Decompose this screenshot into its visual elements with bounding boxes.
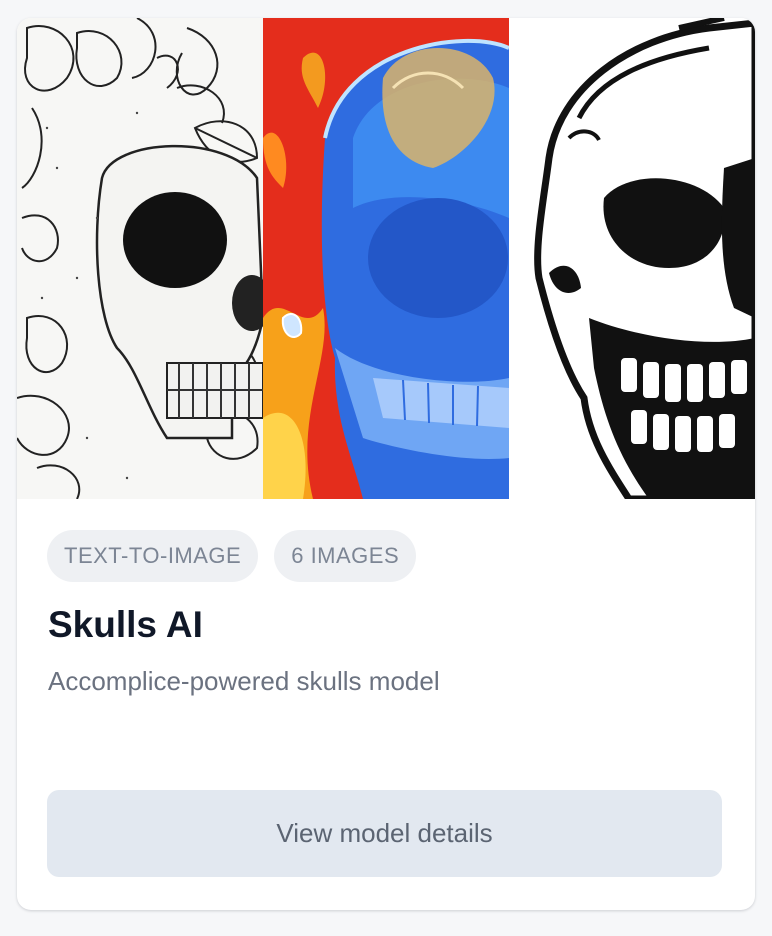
tag-text-to-image: TEXT-TO-IMAGE bbox=[47, 530, 259, 582]
view-model-details-button[interactable]: View model details bbox=[47, 790, 722, 877]
model-description: Accomplice-powered skulls model bbox=[48, 666, 440, 696]
model-card: TEXT-TO-IMAGE 6 IMAGES Skulls AI Accompl… bbox=[17, 18, 755, 910]
ink-floral-skull-image bbox=[17, 18, 263, 499]
blue-fire-skull-image bbox=[263, 18, 509, 499]
tag-image-count: 6 IMAGES bbox=[274, 530, 417, 582]
tag-list: TEXT-TO-IMAGE 6 IMAGES bbox=[47, 530, 417, 582]
image-gallery bbox=[17, 18, 755, 499]
model-title: Skulls AI bbox=[48, 604, 203, 645]
black-white-skull-image bbox=[509, 18, 755, 499]
